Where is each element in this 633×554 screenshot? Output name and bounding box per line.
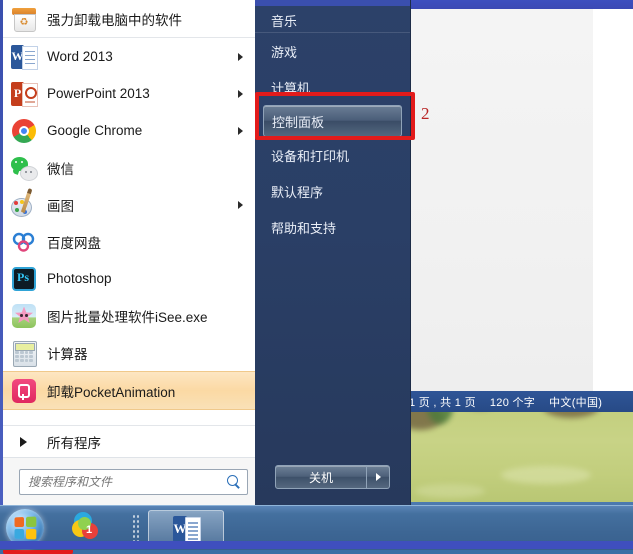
menu-item-label: Word 2013 — [47, 49, 113, 64]
right-item-label: 帮助和支持 — [271, 220, 337, 236]
right-item-default-programs[interactable]: 默认程序 — [255, 173, 410, 209]
word-page-indicator[interactable]: 1 页 , 共 1 页 — [409, 394, 476, 410]
menu-item-label: 卸载PocketAnimation — [47, 384, 176, 400]
wechat-icon — [11, 155, 38, 181]
right-item-label: 音乐 — [271, 14, 298, 29]
baidu-netdisk-icon — [11, 229, 37, 255]
menu-item-isee[interactable]: 图片批量处理软件iSee.exe — [3, 297, 255, 334]
word-icon: W — [11, 44, 38, 70]
right-item-computer[interactable]: 计算机 — [255, 69, 410, 105]
shutdown-options-button[interactable] — [367, 465, 390, 489]
search-input[interactable] — [26, 474, 227, 490]
chrome-icon — [11, 118, 37, 144]
right-item-label: 游戏 — [271, 44, 298, 60]
shutdown-label: 关机 — [308, 470, 333, 485]
right-item-games[interactable]: 游戏 — [255, 33, 410, 69]
menu-item-wechat[interactable]: 微信 — [3, 149, 255, 186]
uninstall-bin-icon: ♻ — [11, 6, 37, 32]
word-word-count[interactable]: 120 个字 — [490, 394, 535, 410]
right-item-help-and-support[interactable]: 帮助和支持 — [255, 209, 410, 245]
menu-item-label: 百度网盘 — [47, 235, 101, 251]
start-menu[interactable]: ♻ 强力卸载电脑中的软件 W Word 2013 P PowerPoint 20… — [0, 0, 411, 506]
taskbar-grip-handle[interactable] — [132, 514, 141, 542]
right-item-control-panel[interactable]: 控制面板 — [263, 105, 402, 137]
taskbar-bottom-band — [0, 541, 633, 549]
menu-item-label: 图片批量处理软件iSee.exe — [47, 309, 208, 325]
menu-item-uninstall-software[interactable]: ♻ 强力卸载电脑中的软件 — [3, 0, 255, 38]
right-item-label: 控制面板 — [272, 114, 325, 130]
menu-item-label: 画图 — [47, 198, 74, 214]
right-item-music[interactable]: 音乐 — [255, 6, 410, 33]
chevron-right-icon[interactable] — [238, 89, 243, 98]
menu-item-label: Photoshop — [47, 271, 112, 286]
wallpaper-grass-area — [405, 408, 633, 502]
powerpoint-icon: P — [11, 81, 38, 107]
annotation-step-number: 2 — [421, 104, 430, 123]
isee-icon — [11, 303, 37, 329]
shutdown-button[interactable]: 关机 — [275, 465, 367, 489]
menu-item-google-chrome[interactable]: Google Chrome — [3, 112, 255, 149]
word-document-page[interactable] — [408, 9, 594, 391]
menu-item-uninstall-pocketanimation[interactable]: 卸载PocketAnimation — [3, 371, 255, 410]
start-menu-left-pane: ♻ 强力卸载电脑中的软件 W Word 2013 P PowerPoint 20… — [0, 0, 256, 506]
menu-item-label: PowerPoint 2013 — [47, 86, 150, 101]
360-browser-icon[interactable]: 1 — [72, 512, 104, 544]
start-menu-right-pane: 音乐 游戏 计算机 控制面板 设备和打印机 默认程序 帮助和支持 关机 — [255, 0, 411, 505]
word-status-bar[interactable]: 1 页 , 共 1 页 120 个字 中文(中国) — [405, 391, 633, 412]
menu-item-paint[interactable]: 画图 — [3, 186, 255, 223]
right-item-devices-and-printers[interactable]: 设备和打印机 — [255, 137, 410, 173]
menu-item-label: 强力卸载电脑中的软件 — [47, 12, 182, 28]
chevron-right-icon[interactable] — [238, 200, 243, 209]
menu-item-word-2013[interactable]: W Word 2013 — [3, 38, 255, 75]
search-box[interactable] — [19, 469, 248, 495]
chevron-right-icon[interactable] — [238, 52, 243, 61]
start-menu-right-list[interactable]: 音乐 游戏 计算机 控制面板 设备和打印机 默认程序 帮助和支持 — [255, 6, 410, 245]
right-item-label: 计算机 — [271, 80, 311, 96]
chevron-right-icon — [375, 473, 381, 481]
right-item-label: 默认程序 — [271, 184, 324, 200]
chevron-right-icon[interactable] — [238, 126, 243, 135]
menu-item-powerpoint-2013[interactable]: P PowerPoint 2013 — [3, 75, 255, 112]
all-programs-label: 所有程序 — [47, 435, 101, 451]
chevron-right-icon — [20, 436, 27, 447]
start-menu-program-list[interactable]: ♻ 强力卸载电脑中的软件 W Word 2013 P PowerPoint 20… — [3, 0, 255, 425]
word-icon: W — [173, 516, 201, 543]
menu-item-label: 微信 — [47, 161, 74, 177]
pocketanimation-icon — [11, 378, 37, 404]
search-icon[interactable] — [227, 475, 241, 489]
menu-item-photoshop[interactable]: Ps Photoshop — [3, 260, 255, 297]
menu-item-calculator[interactable]: 计算器 — [3, 334, 255, 371]
menu-item-label: 计算器 — [47, 346, 88, 362]
word-document-window[interactable]: 1 页 , 共 1 页 120 个字 中文(中国) — [405, 9, 633, 412]
right-item-label: 设备和打印机 — [271, 148, 350, 164]
menu-item-label: Google Chrome — [47, 123, 143, 138]
start-menu-search-area — [3, 457, 255, 506]
photoshop-icon: Ps — [11, 266, 37, 292]
calculator-icon — [11, 340, 37, 367]
shutdown-row: 关机 — [255, 465, 430, 489]
paint-icon — [11, 191, 37, 218]
all-programs-button[interactable]: 所有程序 — [3, 425, 255, 457]
menu-item-baidu-netdisk[interactable]: 百度网盘 — [3, 223, 255, 260]
word-language-indicator[interactable]: 中文(中国) — [549, 394, 602, 410]
word-side-panel — [593, 9, 633, 391]
